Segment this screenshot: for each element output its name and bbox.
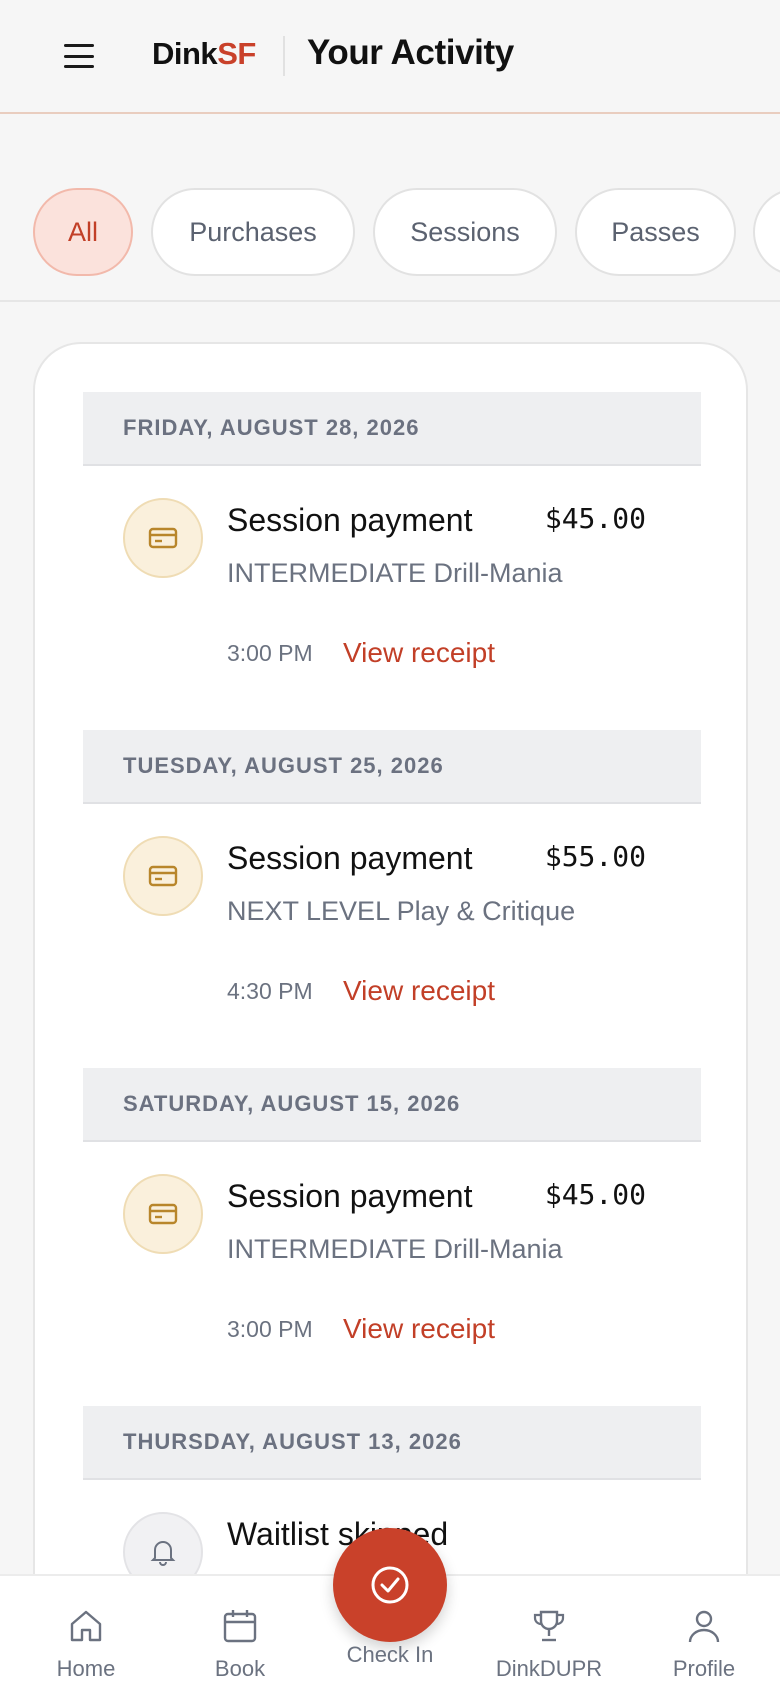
brand-logo[interactable]: DinkSF — [152, 36, 256, 72]
app-header: DinkSF Your Activity — [0, 0, 780, 114]
card-icon — [123, 1174, 203, 1254]
page-title: Your Activity — [307, 33, 514, 72]
activity-list-card: FRIDAY, AUGUST 28, 2026 Session payment … — [33, 342, 748, 1688]
nav-home-label: Home — [56, 1656, 116, 1681]
nav-home[interactable]: Home — [11, 1576, 161, 1688]
date-header: FRIDAY, AUGUST 28, 2026 — [83, 392, 701, 466]
transaction-amount: $45.00 — [544, 502, 646, 535]
transaction-amount: $45.00 — [544, 1178, 646, 1211]
transaction-time: 3:00 PM — [227, 640, 313, 666]
transaction-amount: $55.00 — [544, 840, 646, 873]
filter-chip-purchases[interactable]: Purchases — [151, 188, 355, 276]
card-icon — [123, 836, 203, 916]
nav-profile-label: Profile — [672, 1656, 736, 1681]
date-header: THURSDAY, AUGUST 13, 2026 — [83, 1406, 701, 1480]
nav-profile[interactable]: Profile — [629, 1576, 779, 1688]
card-icon — [123, 498, 203, 578]
nav-book[interactable]: Book — [165, 1576, 315, 1688]
calendar-icon — [222, 1606, 258, 1646]
transaction-subtitle: INTERMEDIATE Drill-Mania — [227, 1234, 563, 1264]
home-icon — [68, 1606, 104, 1646]
transaction-time: 3:00 PM — [227, 1316, 313, 1342]
check-circle-icon — [371, 1566, 409, 1604]
filter-chip-more[interactable] — [753, 188, 780, 276]
brand-accent: SF — [217, 36, 256, 71]
transaction-time: 4:30 PM — [227, 978, 313, 1004]
brand-main: Dink — [152, 36, 218, 71]
transaction-subtitle: NEXT LEVEL Play & Critique — [227, 896, 576, 926]
check-in-button[interactable] — [333, 1528, 447, 1642]
transaction-title: Session payment — [227, 840, 473, 876]
view-receipt-link[interactable]: View receipt — [343, 975, 495, 1007]
user-icon — [686, 1606, 722, 1646]
check-in-label: Check In — [346, 1642, 434, 1667]
hamburger-menu-icon[interactable] — [64, 44, 94, 68]
nav-dinkdupr-label: DinkDUPR — [495, 1656, 603, 1681]
transaction-title: Session payment — [227, 1178, 473, 1214]
transaction-subtitle: INTERMEDIATE Drill-Mania — [227, 558, 563, 588]
filter-chip-all[interactable]: All — [33, 188, 133, 276]
nav-book-label: Book — [214, 1656, 266, 1681]
view-receipt-link[interactable]: View receipt — [343, 1313, 495, 1345]
date-header: TUESDAY, AUGUST 25, 2026 — [83, 730, 701, 804]
header-divider — [283, 36, 285, 76]
filter-chips-bar: All Purchases Sessions Passes — [0, 114, 780, 302]
view-receipt-link[interactable]: View receipt — [343, 637, 495, 669]
filter-chip-sessions[interactable]: Sessions — [373, 188, 557, 276]
date-header: SATURDAY, AUGUST 15, 2026 — [83, 1068, 701, 1142]
trophy-icon — [531, 1606, 567, 1646]
transaction-title: Session payment — [227, 502, 473, 538]
nav-dinkdupr[interactable]: DinkDUPR — [474, 1576, 624, 1688]
filter-chip-passes[interactable]: Passes — [575, 188, 736, 276]
